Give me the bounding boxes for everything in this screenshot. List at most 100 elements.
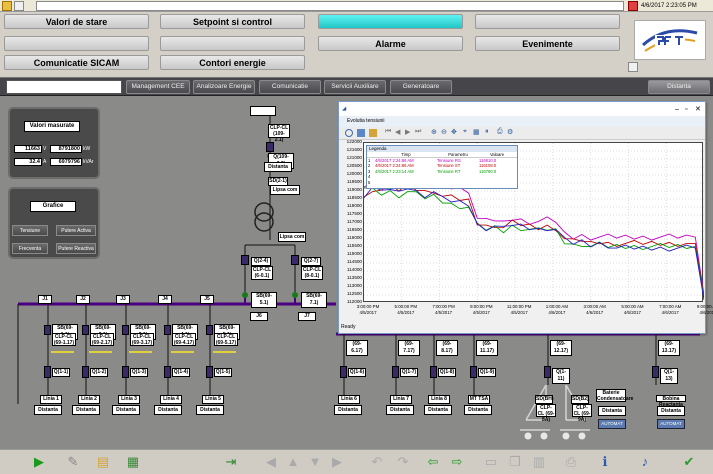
rfeeder-2-distanta[interactable]: Distanta: [386, 405, 414, 415]
bus-j6: J6: [250, 312, 268, 321]
forward-icon[interactable]: ⇨: [448, 453, 466, 470]
tab-generatoare[interactable]: Generatoare: [390, 80, 452, 94]
nav-last-icon[interactable]: ⏭: [415, 128, 421, 136]
distanta-bobina[interactable]: Distanta: [657, 406, 685, 416]
arrow-left-icon[interactable]: ◀: [262, 453, 280, 470]
rfeeder-3-distanta[interactable]: Distanta: [424, 405, 452, 415]
feeder-1-distanta[interactable]: Distanta: [34, 405, 62, 415]
rfeeder-4-linia: MT TSA: [468, 395, 490, 404]
legend-row[interactable]: 5: [367, 180, 517, 186]
feeder-2-distanta[interactable]: Distanta: [72, 405, 100, 415]
x-tick: 3:00:00 AM 4/6/2017: [583, 304, 606, 315]
sound-icon[interactable]: ♪: [636, 453, 654, 470]
rfeeder-4-breaker[interactable]: [470, 366, 477, 378]
rfeeder-6-breaker[interactable]: [652, 366, 659, 378]
nav-blank-2[interactable]: [160, 36, 305, 51]
rfeeder-4-distanta[interactable]: Distanta: [464, 405, 492, 415]
tools-icon[interactable]: ✎: [64, 453, 82, 470]
nav-blank-1[interactable]: [4, 36, 149, 51]
calendar-icon[interactable]: [628, 1, 638, 11]
rfeeder-2-breaker[interactable]: [392, 366, 399, 378]
small-toggle[interactable]: [628, 62, 638, 72]
window-minimize[interactable]: –: [675, 103, 683, 117]
report-icon[interactable]: ▦: [124, 453, 142, 470]
cursor-icon[interactable]: ⌖: [463, 128, 467, 136]
tool-icon-3[interactable]: [369, 129, 377, 137]
distanta-top[interactable]: Distanta: [264, 162, 292, 172]
nav-comunicatie-sicam[interactable]: Comunicatie SICAM: [4, 55, 149, 70]
distanta-button[interactable]: Distanta: [648, 80, 710, 94]
nav-contori-energie[interactable]: Contori energie: [160, 55, 305, 70]
nav-prev-icon[interactable]: ◀: [395, 128, 400, 136]
y-tick: 114000: [347, 267, 362, 272]
distanta-baterie[interactable]: Distanta: [598, 406, 626, 416]
settings-icon[interactable]: ⚙: [507, 128, 513, 136]
feeder-1-breaker-top[interactable]: [44, 325, 51, 335]
status-ready: Ready: [341, 324, 356, 330]
automat-baterie[interactable]: AUTOMAT: [598, 419, 626, 429]
nav-alarme[interactable]: Alarme: [318, 36, 463, 51]
window-maximize[interactable]: ▫: [685, 103, 693, 117]
arrow-right-icon[interactable]: ▶: [328, 453, 346, 470]
tool-icon-2[interactable]: [357, 129, 365, 137]
nav-alarme-indicator[interactable]: [318, 14, 463, 29]
pause-icon[interactable]: ⏸: [485, 128, 489, 136]
zoom-in-icon[interactable]: ⊕: [431, 128, 437, 136]
feeder-4-distanta[interactable]: Distanta: [154, 405, 182, 415]
nav-next-icon[interactable]: ▶: [405, 128, 410, 136]
check-icon[interactable]: ✔: [680, 453, 698, 470]
tab-management-cee[interactable]: Management CEE: [126, 80, 190, 94]
nav-setpoint[interactable]: Setpoint si control: [160, 14, 305, 29]
print-bottom-icon[interactable]: ⎙: [562, 453, 580, 470]
arrow-up-icon[interactable]: ▲: [284, 453, 302, 470]
rfeeder-5-breaker[interactable]: [544, 366, 551, 378]
feeder-2-breaker[interactable]: [82, 366, 89, 378]
sub-toolbar-field[interactable]: [6, 80, 122, 94]
breaker-l[interactable]: [241, 255, 249, 265]
window-close-icon[interactable]: ✕: [695, 103, 703, 117]
page-icon[interactable]: ▭: [482, 453, 500, 470]
redo-icon[interactable]: ↷: [394, 453, 412, 470]
rfeeder-1-breaker[interactable]: [340, 366, 347, 378]
rfeeder-3-breaker[interactable]: [430, 366, 437, 378]
feeder-2-breaker-top[interactable]: [82, 325, 89, 335]
edit-icon[interactable]: [14, 1, 24, 11]
back-icon[interactable]: ⇦: [424, 453, 442, 470]
automat-bobina[interactable]: AUTOMAT: [657, 419, 685, 429]
export-icon[interactable]: ⇥: [222, 453, 240, 470]
feeder-5-distanta[interactable]: Distanta: [196, 405, 224, 415]
arrow-down-icon[interactable]: ▼: [306, 453, 324, 470]
copy-icon[interactable]: ❐: [506, 453, 524, 470]
feeder-4-breaker-top[interactable]: [164, 325, 171, 335]
y-tick: 118000: [347, 203, 362, 208]
feeder-1-breaker[interactable]: [44, 366, 51, 378]
nav-evenimente-indicator[interactable]: [475, 14, 620, 29]
legend-row-val: [479, 180, 515, 186]
x-tick: 1:00:00 AM 4/6/2017: [545, 304, 568, 315]
feeder-4-breaker[interactable]: [164, 366, 171, 378]
feeder-3-distanta[interactable]: Distanta: [112, 405, 140, 415]
play-icon[interactable]: ▶: [30, 453, 48, 470]
breaker-r[interactable]: [291, 255, 299, 265]
tool-icon-1[interactable]: [345, 129, 353, 137]
nav-first-icon[interactable]: ⏮: [385, 128, 391, 136]
undo-icon[interactable]: ↶: [368, 453, 386, 470]
nav-evenimente[interactable]: Evenimente: [475, 36, 620, 51]
nav-valori-stare[interactable]: Valori de stare: [4, 14, 149, 29]
tab-comunicatie[interactable]: Comunicatie: [259, 80, 321, 94]
rfeeder-1-distanta[interactable]: Distanta: [334, 405, 362, 415]
zoom-out-icon[interactable]: ⊖: [441, 128, 447, 136]
feeder-5-breaker-top[interactable]: [206, 325, 213, 335]
chart-icon[interactable]: ▥: [530, 453, 548, 470]
pan-icon[interactable]: ✥: [451, 128, 457, 136]
info-icon[interactable]: ℹ: [596, 453, 614, 470]
print-icon[interactable]: ⎙: [497, 128, 503, 136]
tab-servicii-auxiliare[interactable]: Servicii Auxiliare: [324, 80, 386, 94]
feeder-3-breaker[interactable]: [122, 366, 129, 378]
table-icon[interactable]: ▦: [473, 128, 480, 136]
feeder-5-breaker[interactable]: [206, 366, 213, 378]
notes-icon[interactable]: ▤: [94, 453, 112, 470]
feeder-3-breaker-top[interactable]: [122, 325, 129, 335]
tab-analizoare-energie[interactable]: Analizoare Energie: [193, 80, 255, 94]
breaker-top[interactable]: [266, 142, 274, 152]
